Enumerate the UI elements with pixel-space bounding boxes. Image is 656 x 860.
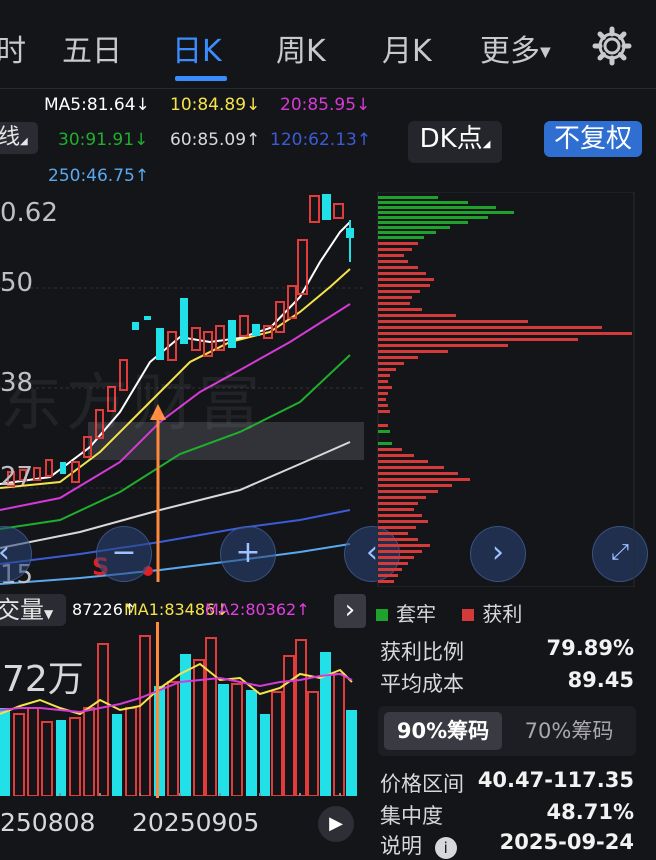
volume-axis-label: 72万 [2, 659, 84, 700]
period-tab-bar: 时 五日 日K 周K 月K 更多▼ [0, 0, 656, 89]
tab-week-k[interactable]: 周K [276, 26, 326, 70]
dk-point-label: DK点 [419, 124, 483, 154]
candle [60, 462, 66, 474]
volume-bar [13, 713, 25, 796]
info-icon[interactable]: i [434, 837, 457, 859]
line-type-selector[interactable]: 线◢ [0, 122, 38, 154]
no-adjust-button[interactable]: 不复权 [544, 121, 642, 157]
line-type-label: 线 [0, 125, 21, 150]
ma60-value: 60:85.09↑ [170, 130, 261, 150]
zoom-in-icon[interactable]: + [220, 526, 276, 582]
trapped-legend-icon [376, 609, 388, 621]
volume-bar [27, 707, 39, 796]
candle [309, 195, 320, 223]
profit-ratio-value: 79.89% [546, 636, 634, 660]
gear-icon[interactable] [592, 26, 632, 66]
volume-bar [167, 681, 179, 796]
volume-bar [125, 707, 137, 796]
volume-bar [205, 637, 217, 796]
zoom-out-icon[interactable]: − [96, 526, 152, 582]
volume-bar [112, 714, 122, 796]
tab-more[interactable]: 更多▼ [480, 26, 551, 70]
candle [180, 298, 188, 344]
chip-range-tabs: 90%筹码 70%筹码 [378, 706, 636, 756]
dropdown-caret-icon: ◢ [20, 136, 28, 147]
volume-bar [218, 684, 229, 796]
tab-day-k[interactable]: 日K [172, 26, 222, 70]
watermark-logo: 东方财富 [0, 366, 265, 439]
volume-bar [246, 690, 257, 796]
volume-bar [69, 717, 81, 796]
price-range-value: 40.47-117.35 [477, 768, 634, 792]
profit-legend-icon [462, 609, 475, 621]
note-date-value: 2025-09-24 [499, 830, 634, 854]
play-icon[interactable]: ▶ [318, 806, 354, 842]
candle [144, 316, 151, 320]
signal-line [156, 622, 159, 798]
price-label-top: 0.62 [0, 198, 58, 228]
trapped-legend-label: 套牢 [396, 602, 436, 626]
tab-90-chip[interactable]: 90%筹码 [384, 712, 502, 750]
tab-more-label: 更多 [480, 34, 540, 69]
tab-70-chip[interactable]: 70%筹码 [510, 712, 628, 750]
ma250-value: 250:46.75↑ [48, 166, 150, 186]
tab-month-k[interactable]: 月K [382, 26, 432, 70]
note-label: 说明 i [380, 830, 457, 860]
volume-bar [83, 707, 95, 796]
volume-bar [139, 635, 151, 796]
volume-bar [271, 691, 283, 796]
chevron-right-icon[interactable]: › [334, 594, 366, 628]
candle [252, 324, 260, 336]
volume-bar [333, 673, 345, 796]
volume-bar [56, 720, 66, 796]
candle [132, 322, 139, 330]
volume-indicator-label: 交量 [0, 596, 44, 624]
tab-minute[interactable]: 时 [0, 26, 26, 70]
volume-bar [180, 654, 191, 796]
volume-bar [41, 721, 53, 796]
tab-five-day[interactable]: 五日 [62, 26, 122, 70]
ma5-value: MA5:81.64↓ [44, 95, 150, 115]
ma10-value: 10:84.89↓ [170, 95, 261, 115]
note-label-text: 说明 [380, 834, 422, 858]
date-label-mid: 20250905 [132, 808, 260, 837]
concentration-label: 集中度 [380, 804, 443, 828]
ma250-line [0, 543, 351, 585]
date-label-left: 250808 [0, 808, 96, 837]
volume-bar [346, 710, 357, 796]
volume-bar [0, 708, 10, 796]
candle [333, 203, 344, 219]
candle [228, 320, 236, 348]
ma20-value: 20:85.95↓ [280, 95, 371, 115]
active-tab-indicator [175, 76, 227, 81]
price-label-2: 50 [0, 268, 34, 298]
ma120-value: 120:62.13↑ [270, 130, 372, 150]
avg-cost-value: 89.45 [567, 668, 634, 692]
volume-bar [307, 691, 319, 796]
profit-legend-label: 获利 [482, 602, 523, 626]
candle [239, 315, 249, 337]
price-label-4: 27 [0, 462, 34, 492]
dropdown-caret-icon: ▼ [44, 607, 54, 621]
chip-distribution-chart [377, 192, 635, 587]
volume-bar [295, 639, 307, 796]
volume-bar [260, 714, 270, 796]
volume-bar [97, 643, 109, 796]
volume-ma2: MA2:80362↑ [205, 600, 310, 619]
profit-ratio-label: 获利比例 [380, 640, 464, 664]
dropdown-caret-icon: ▼ [540, 44, 551, 61]
concentration-value: 48.71% [546, 800, 634, 824]
candle [322, 194, 331, 220]
candle [45, 459, 53, 477]
corner-caret-icon: ◢ [482, 139, 491, 150]
price-range-label: 价格区间 [380, 772, 464, 796]
volume-bar [283, 655, 295, 796]
volume-indicator-selector[interactable]: 交量▼ [0, 594, 66, 626]
chip-legend: 套牢 获利 [376, 598, 522, 627]
avg-cost-label: 平均成本 [380, 672, 464, 696]
ma30-value: 30:91.91↓ [58, 130, 149, 150]
dk-point-button[interactable]: DK点◢ [408, 121, 502, 163]
volume-bar [231, 683, 243, 796]
